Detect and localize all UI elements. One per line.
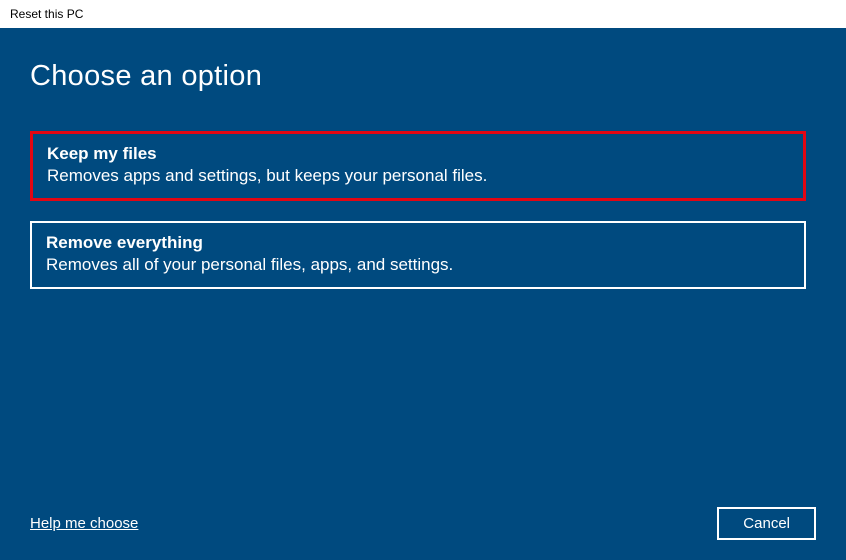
dialog-footer: Help me choose Cancel xyxy=(30,507,816,540)
dialog-body: Choose an option Keep my files Removes a… xyxy=(0,28,846,560)
option-keep-my-files-title: Keep my files xyxy=(47,144,789,164)
help-me-choose-link[interactable]: Help me choose xyxy=(30,515,138,532)
cancel-button[interactable]: Cancel xyxy=(717,507,816,540)
window-title-bar: Reset this PC xyxy=(0,0,846,28)
option-remove-everything-title: Remove everything xyxy=(46,233,790,253)
option-keep-my-files-description: Removes apps and settings, but keeps you… xyxy=(47,166,789,186)
page-title: Choose an option xyxy=(30,60,816,93)
option-remove-everything-description: Removes all of your personal files, apps… xyxy=(46,255,790,275)
window-title: Reset this PC xyxy=(10,7,83,21)
option-keep-my-files[interactable]: Keep my files Removes apps and settings,… xyxy=(30,131,806,201)
option-remove-everything[interactable]: Remove everything Removes all of your pe… xyxy=(30,221,806,289)
